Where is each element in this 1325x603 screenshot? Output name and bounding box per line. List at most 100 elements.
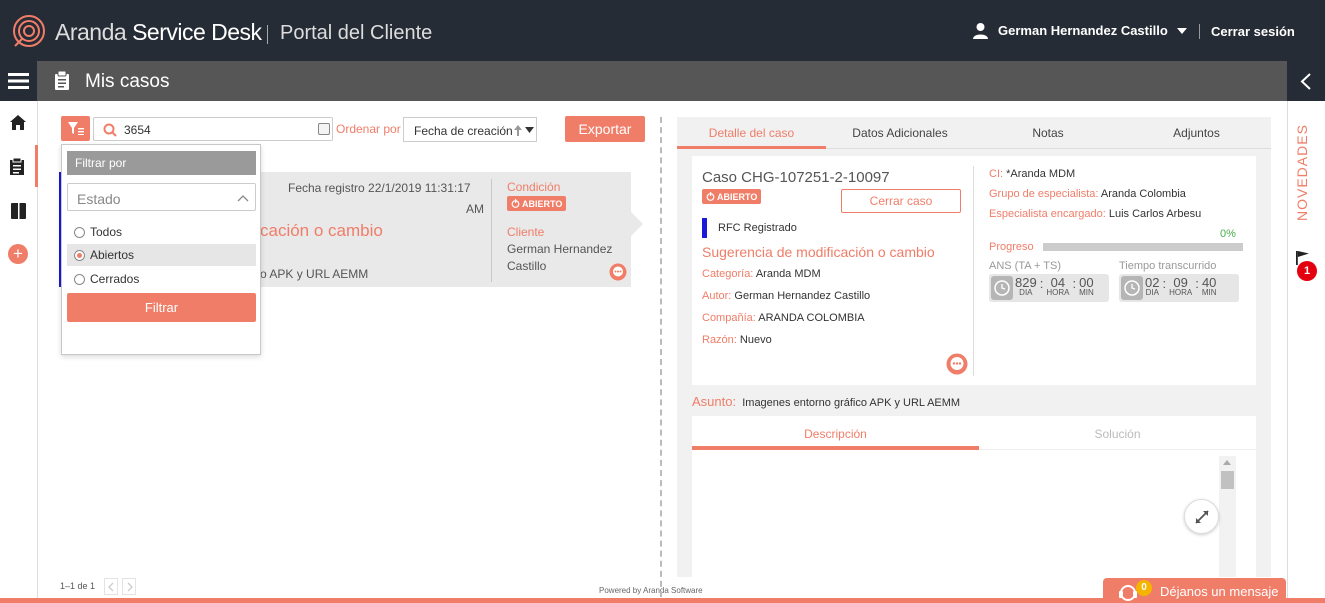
home-icon[interactable]	[10, 115, 26, 130]
filter-option-cerrados[interactable]: Cerrados	[67, 268, 256, 290]
unit-hora: HORA	[1046, 288, 1070, 297]
expand-button[interactable]	[1184, 499, 1219, 534]
chat-widget[interactable]: 0 Déjanos un mensaje	[1103, 578, 1286, 603]
collapse-panel-button[interactable]	[1287, 61, 1325, 101]
filter-panel: Filtrar por Estado Todos Abiertos Cerrad…	[61, 144, 261, 355]
elapsed-timer: 02 DIA : 09 HORA : 40 MIN	[1119, 274, 1239, 302]
field-value: German Hernandez Castillo	[734, 290, 871, 302]
left-sidebar: +	[0, 101, 38, 603]
chat-bubble-icon[interactable]	[609, 263, 627, 281]
filter-toggle-button[interactable]	[61, 116, 90, 141]
filter-option-label: Todos	[90, 225, 123, 239]
book-icon[interactable]	[11, 203, 26, 219]
tab-solucion[interactable]: Solución	[979, 416, 1256, 450]
tab-adjuntos[interactable]: Adjuntos	[1122, 117, 1271, 149]
chat-label: Déjanos un mensaje	[1160, 584, 1279, 599]
export-button[interactable]: Exportar	[565, 116, 645, 142]
page-title: Mis casos	[85, 71, 170, 92]
condition-badge-label: ABIERTO	[522, 198, 563, 209]
chevron-down-icon	[525, 127, 534, 133]
chat-bubble-icon[interactable]	[946, 353, 968, 375]
clock-icon	[991, 276, 1013, 300]
filter-option-abiertos[interactable]: Abiertos	[67, 244, 256, 266]
subject-line: Asunto: Imagenes entorno gráfico APK y U…	[692, 394, 960, 409]
search-box[interactable]: 3654	[93, 117, 333, 141]
radio-todos[interactable]	[74, 227, 85, 239]
case-summary: Sugerencia de modificación o cambio	[702, 244, 935, 260]
ans-timer: 829 DIA : 04 HORA : 00 MIN	[989, 274, 1109, 302]
next-page-button[interactable]	[122, 578, 136, 595]
field-value: Luis Carlos Arbesu	[1108, 208, 1202, 220]
chat-count-badge: 0	[1136, 580, 1152, 596]
field-especialista: Especialista encargado: Luis Carlos Arbe…	[989, 208, 1201, 220]
field-grupo: Grupo de especialista: Aranda Colombia	[989, 188, 1186, 200]
case-card-date: Fecha registro 22/1/2019 11:31:17	[288, 181, 471, 195]
order-select[interactable]: Fecha de creación	[403, 117, 537, 142]
filter-option-label: Cerrados	[90, 272, 140, 286]
card-pointer	[631, 212, 643, 236]
ans-min: 00 MIN	[1079, 276, 1094, 297]
user-name: German Hernandez Castillo	[998, 23, 1168, 38]
scrollbar[interactable]	[1219, 456, 1236, 577]
state-select-placeholder: Estado	[77, 191, 121, 207]
tab-detalle[interactable]: Detalle del caso	[677, 117, 826, 149]
detail-tabs: Detalle del caso Datos Adicionales Notas…	[677, 117, 1271, 149]
elapsed-dia: 02 DIA	[1145, 276, 1159, 297]
case-summary-box: Caso CHG-107251-2-10097 ABIERTO Cerrar c…	[692, 156, 1256, 385]
pane-divider	[660, 117, 662, 597]
notification-badge: 1	[1297, 261, 1317, 281]
field-label: Especialista encargado:	[989, 208, 1106, 220]
expand-icon	[1194, 509, 1210, 525]
condition-badge: ABIERTO	[507, 196, 567, 211]
subject-label: Asunto:	[692, 394, 737, 409]
radio-abiertos[interactable]	[74, 250, 85, 262]
user-icon	[972, 22, 989, 39]
add-case-button[interactable]: +	[8, 244, 28, 264]
elapsed-values: 02 DIA : 09 HORA : 40 MIN	[1145, 276, 1217, 297]
field-label: Autor:	[702, 290, 732, 302]
type-marker	[702, 218, 707, 238]
unit-min: MIN	[1201, 288, 1217, 297]
client-name-line2: Castillo	[507, 259, 547, 273]
elapsed-min: 40 MIN	[1202, 276, 1217, 297]
logout-link[interactable]: Cerrar sesión	[1211, 24, 1295, 39]
power-icon	[511, 199, 520, 208]
case-status-badge: ABIERTO	[702, 189, 762, 204]
top-bar: Aranda Service Desk Portal del Cliente G…	[0, 0, 1325, 61]
close-case-button[interactable]: Cerrar caso	[841, 189, 961, 213]
brand-bold: Service Desk	[132, 19, 262, 45]
tab-datos-adicionales[interactable]: Datos Adicionales	[826, 117, 974, 149]
novedades-tab[interactable]: NOVEDADES	[1294, 124, 1310, 221]
scroll-up-icon[interactable]	[1223, 460, 1231, 465]
cases-icon[interactable]	[10, 158, 24, 175]
portal-title: Portal del Cliente	[280, 22, 433, 44]
filter-option-todos[interactable]: Todos	[67, 221, 256, 243]
case-card-subject: o APK y URL AEMM	[260, 267, 369, 281]
radio-cerrados[interactable]	[74, 274, 85, 286]
prev-page-button[interactable]	[104, 578, 118, 595]
brand-light: Aranda	[55, 19, 127, 45]
unit-min: MIN	[1079, 288, 1094, 297]
title-divider	[267, 25, 268, 44]
filter-icon	[68, 122, 84, 135]
summary-divider	[973, 166, 974, 376]
filter-option-label: Abiertos	[90, 248, 135, 262]
search-checkbox[interactable]	[318, 123, 330, 135]
user-menu[interactable]: German Hernandez Castillo	[972, 22, 1187, 39]
search-input[interactable]: 3654	[124, 123, 151, 137]
tab-descripcion[interactable]: Descripción	[692, 416, 979, 450]
tab-notas[interactable]: Notas	[974, 117, 1122, 149]
hamburger-icon	[8, 73, 29, 89]
field-value: *Aranda MDM	[1006, 168, 1076, 180]
menu-toggle[interactable]	[0, 61, 37, 101]
filter-apply-button[interactable]: Filtrar	[67, 293, 256, 322]
time-separator: :	[1039, 276, 1044, 291]
chevron-down-icon	[1176, 27, 1187, 34]
case-card-date-ampm: AM	[466, 202, 484, 216]
scroll-thumb[interactable]	[1221, 471, 1234, 489]
state-select[interactable]: Estado	[67, 183, 256, 211]
pagination-text: 1–1 de 1	[60, 581, 96, 591]
case-type: RFC Registrado	[718, 222, 797, 234]
plus-icon: +	[13, 244, 23, 263]
field-categoria: Categoría: Aranda MDM	[702, 268, 821, 280]
